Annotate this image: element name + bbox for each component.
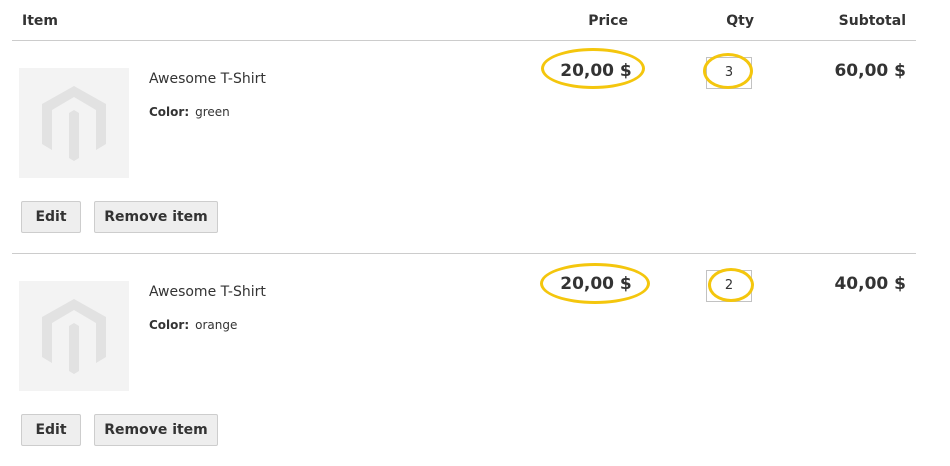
item-subtotal: 60,00 $ bbox=[834, 61, 906, 81]
product-option: Color: green bbox=[149, 105, 230, 119]
cart-item-row: Awesome T-Shirt Color: orange 20,00 $ 2 4… bbox=[0, 254, 950, 466]
edit-button[interactable]: Edit bbox=[21, 414, 81, 446]
price-highlight-circle bbox=[541, 48, 645, 89]
cart-table-header: Item Price Qty Subtotal bbox=[0, 0, 950, 40]
option-label: Color: bbox=[149, 105, 190, 119]
column-header-qty: Qty bbox=[726, 13, 754, 29]
item-subtotal: 40,00 $ bbox=[834, 274, 906, 294]
product-name-link[interactable]: Awesome T-Shirt bbox=[149, 284, 266, 300]
remove-item-button[interactable]: Remove item bbox=[94, 201, 218, 233]
magento-logo-placeholder-icon bbox=[42, 299, 106, 374]
product-option: Color: orange bbox=[149, 318, 237, 332]
product-name-link[interactable]: Awesome T-Shirt bbox=[149, 71, 266, 87]
qty-highlight-circle bbox=[703, 53, 753, 89]
cart-item-row: Awesome T-Shirt Color: green 20,00 $ 3 60… bbox=[0, 41, 950, 253]
qty-highlight-circle bbox=[708, 268, 754, 302]
product-image[interactable] bbox=[19, 281, 129, 391]
price-highlight-circle bbox=[540, 263, 650, 304]
column-header-subtotal: Subtotal bbox=[838, 13, 906, 29]
edit-button[interactable]: Edit bbox=[21, 201, 81, 233]
product-image[interactable] bbox=[19, 68, 129, 178]
option-label: Color: bbox=[149, 318, 190, 332]
column-header-item: Item bbox=[22, 13, 58, 29]
option-value: green bbox=[195, 105, 230, 119]
magento-logo-placeholder-icon bbox=[42, 86, 106, 161]
remove-item-button[interactable]: Remove item bbox=[94, 414, 218, 446]
column-header-price: Price bbox=[588, 13, 628, 29]
option-value: orange bbox=[195, 318, 238, 332]
